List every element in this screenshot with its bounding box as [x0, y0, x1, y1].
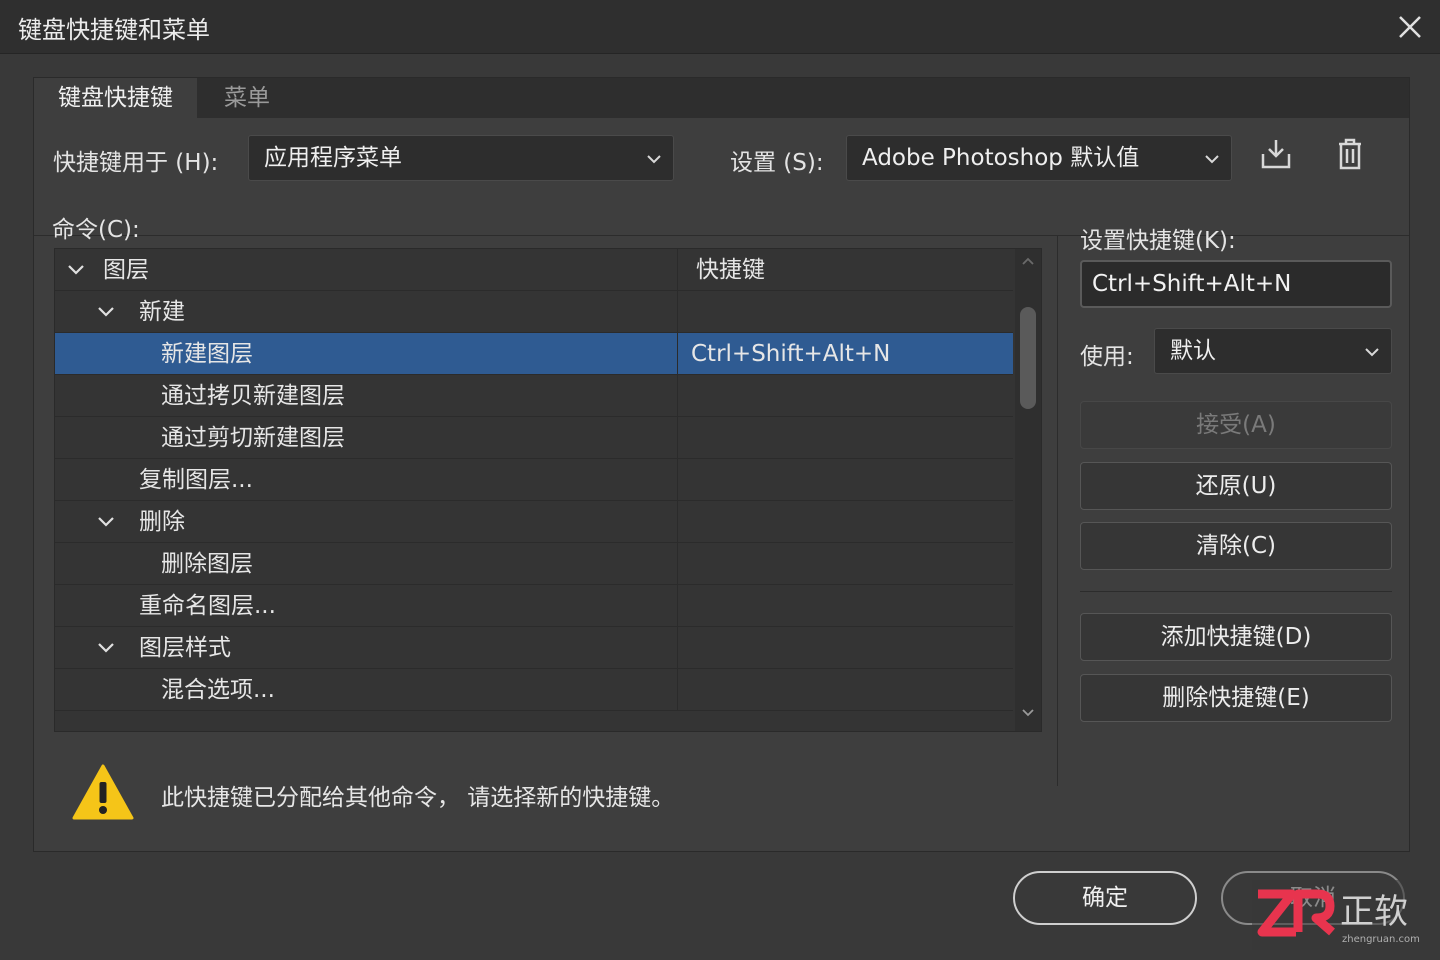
table-row[interactable]: 通过拷贝新建图层	[55, 375, 1013, 417]
watermark-site: zhengruan.com	[1342, 934, 1420, 945]
chevron-down-icon[interactable]	[1021, 705, 1035, 719]
command-shortcut	[677, 291, 1013, 333]
command-shortcut	[677, 501, 1013, 543]
ok-button[interactable]: 确定	[1013, 871, 1197, 925]
vertical-scrollbar[interactable]	[1015, 249, 1041, 731]
command-shortcut	[677, 627, 1013, 669]
dialog-panel: 键盘快捷键 菜单 快捷键用于 (H): 应用程序菜单 设置 (S): Adobe…	[33, 77, 1410, 852]
table-row[interactable]: 复制图层...	[55, 459, 1013, 501]
chevron-down-icon[interactable]	[97, 639, 115, 657]
watermark-logo: 正软 zhengruan.com	[1252, 880, 1430, 950]
command-shortcut[interactable]: Ctrl+Shift+Alt+N	[677, 333, 1013, 375]
shortcut-input[interactable]: Ctrl+Shift+Alt+N	[1080, 260, 1392, 308]
chevron-down-icon	[1205, 155, 1219, 164]
set-shortcut-label: 设置快捷键(K):	[1080, 228, 1236, 254]
table-row[interactable]: 混合选项...	[55, 669, 1013, 711]
warning-icon	[72, 764, 134, 820]
shortcuts-for-label: 快捷键用于 (H):	[53, 150, 219, 176]
command-shortcut	[677, 585, 1013, 627]
table-row[interactable]: 通过剪切新建图层	[55, 417, 1013, 459]
table-row[interactable]: 重命名图层...	[55, 585, 1013, 627]
use-select[interactable]: 默认	[1154, 328, 1392, 374]
table-header-row[interactable]: 图层 快捷键	[55, 249, 1013, 291]
accept-button[interactable]: 接受(A)	[1080, 401, 1392, 449]
shortcuts-for-select[interactable]: 应用程序菜单	[248, 135, 674, 181]
undo-button[interactable]: 还原(U)	[1080, 462, 1392, 510]
chevron-down-icon[interactable]	[67, 261, 85, 279]
command-name: 删除图层	[161, 551, 253, 577]
chevron-down-icon	[647, 155, 661, 164]
warning-message: 此快捷键已分配给其他命令， 请选择新的快捷键。	[161, 785, 675, 811]
chevron-down-icon	[1365, 348, 1379, 357]
tab-content: 快捷键用于 (H): 应用程序菜单 设置 (S): Adobe Photosho…	[34, 118, 1409, 851]
command-shortcut	[677, 417, 1013, 459]
command-name: 混合选项...	[161, 677, 275, 703]
command-name: 删除	[139, 509, 185, 535]
add-shortcut-button[interactable]: 添加快捷键(D)	[1080, 613, 1392, 661]
command-shortcut	[677, 375, 1013, 417]
command-name: 重命名图层...	[139, 593, 276, 619]
table-row[interactable]: 新建	[55, 291, 1013, 333]
chevron-down-icon[interactable]	[97, 513, 115, 531]
delete-shortcut-button[interactable]: 删除快捷键(E)	[1080, 674, 1392, 722]
command-name: 图层样式	[139, 635, 231, 661]
chevron-up-icon[interactable]	[1021, 255, 1035, 269]
commands-label: 命令(C):	[52, 217, 140, 243]
commands-table: 图层 快捷键 新建 新建图层 Ctrl+Shift+Alt+N 通过拷贝新建图层…	[54, 248, 1042, 732]
command-name: 新建图层	[161, 341, 253, 367]
tab-bar: 键盘快捷键 菜单	[34, 78, 1409, 118]
delete-set-icon[interactable]	[1332, 136, 1368, 172]
command-name: 复制图层...	[139, 467, 253, 493]
use-label: 使用:	[1080, 344, 1134, 370]
watermark-brand: 正软	[1340, 892, 1408, 932]
close-icon[interactable]	[1393, 10, 1427, 44]
divider	[1057, 236, 1058, 786]
table-row[interactable]: 删除图层	[55, 543, 1013, 585]
table-row[interactable]: 删除	[55, 501, 1013, 543]
tab-menus[interactable]: 菜单	[200, 78, 300, 118]
command-name: 通过拷贝新建图层	[161, 383, 345, 409]
chevron-down-icon[interactable]	[97, 303, 115, 321]
save-set-icon[interactable]	[1258, 136, 1294, 172]
table-row[interactable]: 图层样式	[55, 627, 1013, 669]
command-shortcut	[677, 459, 1013, 501]
table-row-selected[interactable]: 新建图层 Ctrl+Shift+Alt+N	[55, 333, 1013, 375]
command-name: 通过剪切新建图层	[161, 425, 345, 451]
title-bar: 键盘快捷键和菜单	[0, 0, 1440, 54]
set-label: 设置 (S):	[730, 150, 824, 176]
command-shortcut	[677, 669, 1013, 711]
set-value: Adobe Photoshop 默认值	[862, 145, 1140, 171]
shortcuts-for-value: 应用程序菜单	[264, 145, 402, 171]
use-value: 默认	[1170, 338, 1216, 364]
group-layers: 图层	[103, 257, 149, 283]
command-name: 新建	[139, 299, 185, 325]
shortcut-column-header: 快捷键	[677, 249, 1013, 291]
scrollbar-thumb[interactable]	[1020, 307, 1036, 409]
set-select[interactable]: Adobe Photoshop 默认值	[846, 135, 1232, 181]
divider	[1080, 591, 1392, 592]
window-title: 键盘快捷键和菜单	[18, 16, 210, 44]
clear-button[interactable]: 清除(C)	[1080, 522, 1392, 570]
tab-keyboard-shortcuts[interactable]: 键盘快捷键	[34, 78, 197, 118]
command-shortcut	[677, 543, 1013, 585]
